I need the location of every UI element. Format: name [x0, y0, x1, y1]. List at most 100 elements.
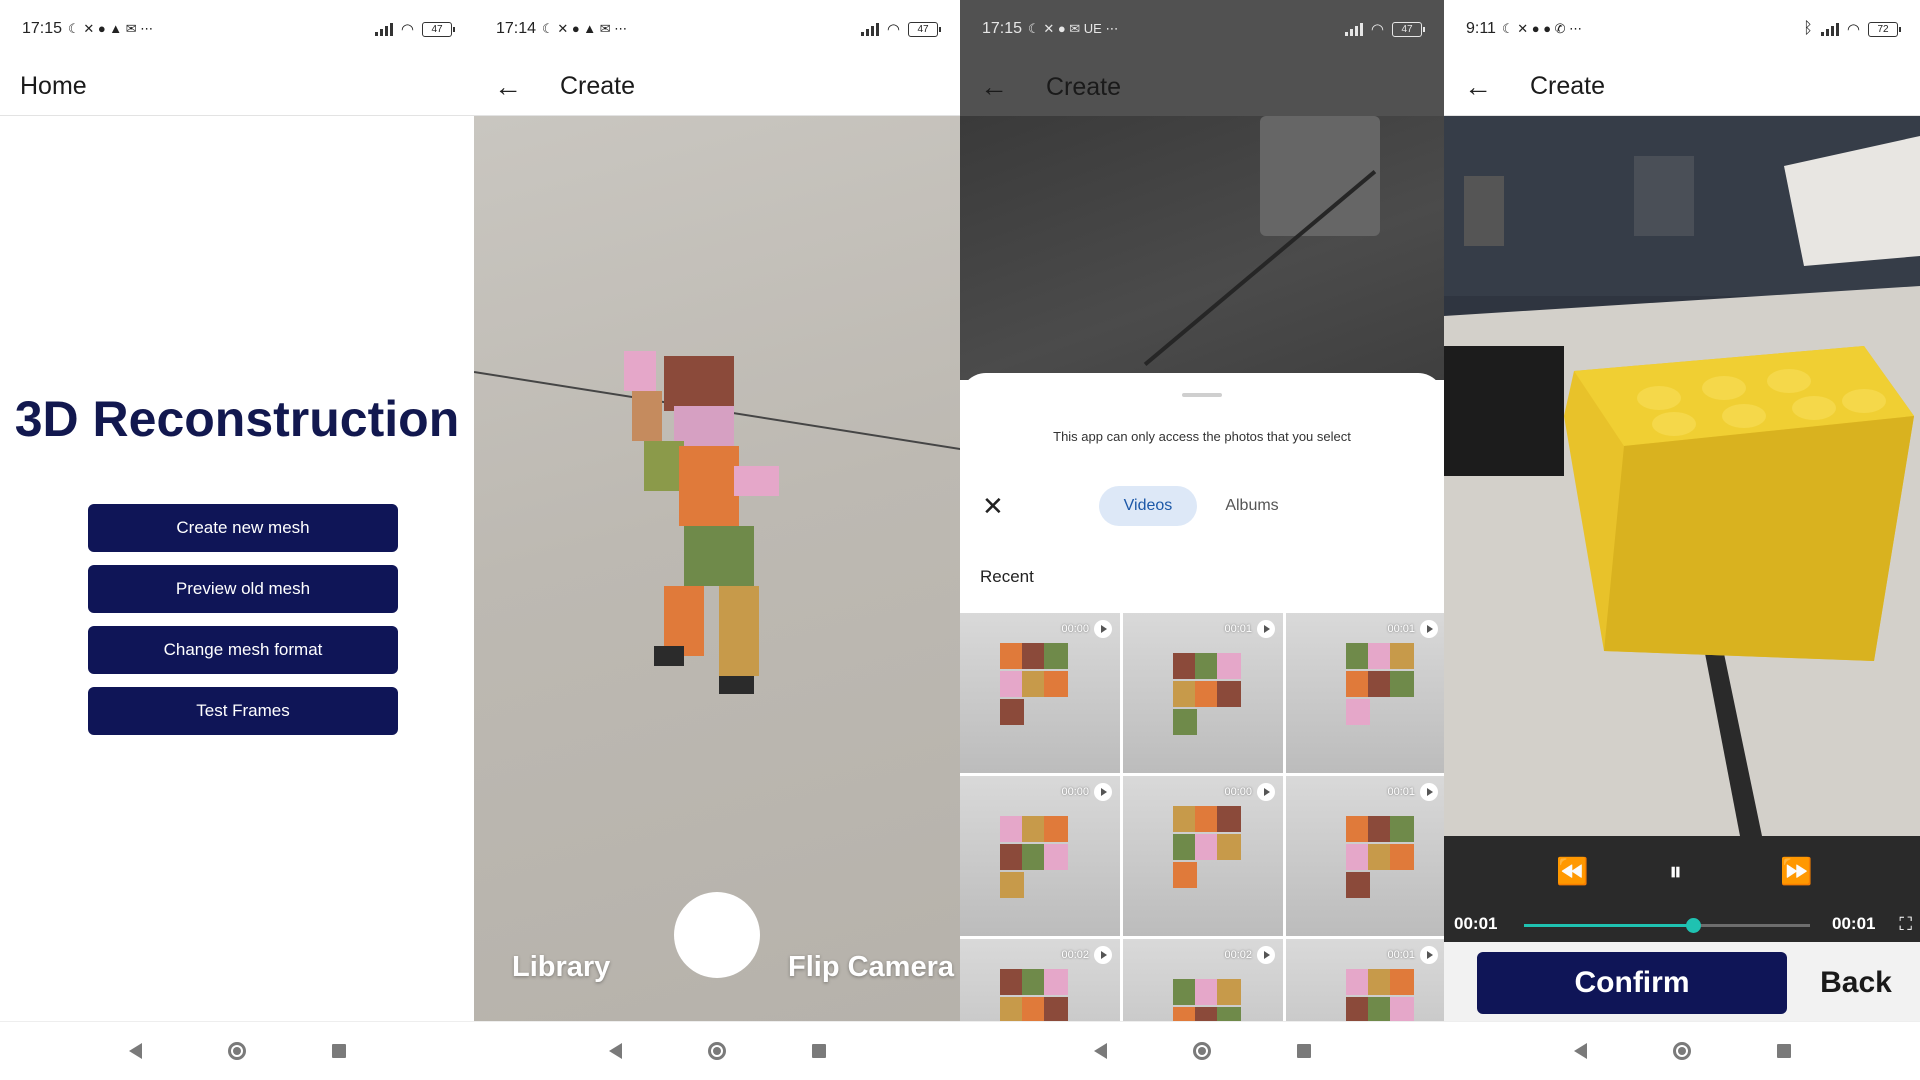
status-time: 17:15	[22, 20, 63, 37]
wifi-icon: ◠	[1370, 21, 1384, 38]
recent-section-label: Recent	[980, 567, 1034, 586]
status-time: 17:15	[982, 20, 1023, 37]
confirm-button[interactable]: Confirm	[1477, 952, 1787, 1014]
arrow-left-icon[interactable]: ←	[1464, 71, 1492, 103]
camera-preview	[474, 116, 960, 1022]
arrow-left-icon[interactable]: ←	[494, 71, 522, 103]
fast-forward-icon[interactable]: ⏩	[1780, 856, 1812, 887]
system-nav-bar	[960, 1021, 1444, 1080]
video-thumbnail[interactable]: 00:00	[960, 613, 1120, 773]
system-nav-bar	[0, 1021, 474, 1080]
nav-home-icon[interactable]	[707, 1042, 726, 1060]
action-footer: Confirm Back	[1444, 942, 1920, 1022]
lego-figure-image	[624, 351, 779, 694]
app-bar: Home	[0, 58, 474, 116]
nav-home-icon[interactable]	[1672, 1042, 1691, 1060]
duration-text: 00:01	[1387, 786, 1415, 798]
video-duration: 00:02	[1061, 946, 1112, 964]
video-thumbnail[interactable]: 00:02	[1123, 939, 1283, 1022]
app-bar: ← Create	[1444, 58, 1920, 116]
flip-camera-button[interactable]: Flip Camera	[788, 951, 954, 984]
notification-icons: ☾ ✕ ● ● ✆ ⋯	[1501, 21, 1583, 36]
home-screen: 17:15 ☾ ✕ ● ▲ ✉ ⋯ ◠ 47 Home 3D Reconstru…	[0, 0, 474, 1080]
library-button[interactable]: Library	[512, 951, 610, 984]
nav-back-icon[interactable]	[1093, 1043, 1107, 1059]
rewind-icon[interactable]: ⏪	[1556, 856, 1588, 887]
tab-videos[interactable]: Videos	[1099, 486, 1197, 526]
pause-icon[interactable]: ⏸	[1669, 856, 1682, 888]
play-icon	[1257, 620, 1275, 638]
wifi-icon: ◠	[1846, 21, 1860, 38]
camera-screen: 17:14 ☾ ✕ ● ▲ ✉ ⋯ ◠ 47 ← Create Library	[474, 0, 960, 1080]
nav-home-icon[interactable]	[227, 1042, 246, 1060]
notification-icons: ☾ ✕ ● ▲ ✉ ⋯	[542, 21, 628, 36]
video-duration: 00:00	[1061, 783, 1112, 801]
battery-icon: 47	[908, 21, 941, 37]
system-nav-bar	[474, 1021, 960, 1080]
dimmed-camera-preview	[960, 116, 1444, 380]
nav-back-icon[interactable]	[128, 1043, 142, 1059]
video-thumbnail[interactable]: 00:01	[1286, 939, 1444, 1022]
battery-icon: 47	[1392, 21, 1425, 37]
tab-albums[interactable]: Albums	[1212, 486, 1292, 526]
video-grid: 00:00 00:01 00:01 00:00 00:00 00:01 00:02 00:02…	[960, 613, 1444, 1022]
status-bar: 17:15 ☾ ✕ ● ▲ ✉ ⋯ ◠ 47	[0, 0, 474, 58]
nav-recents-icon[interactable]	[331, 1044, 346, 1058]
video-thumbnail[interactable]: 00:02	[960, 939, 1120, 1022]
back-button[interactable]: Back	[1796, 952, 1916, 1014]
video-thumbnail[interactable]: 00:01	[1286, 613, 1444, 773]
duration-text: 00:01	[1387, 623, 1415, 635]
video-thumbnail[interactable]: 00:00	[1123, 776, 1283, 936]
video-controls: ⏪ ⏸ ⏩ 00:01 00:01 ⛶	[1444, 836, 1920, 942]
notification-icons: ☾ ✕ ● ▲ ✉ ⋯	[68, 21, 154, 36]
nav-back-icon[interactable]	[608, 1043, 622, 1059]
duration-text: 00:02	[1061, 949, 1089, 961]
duration-text: 00:01	[1387, 949, 1415, 961]
create-new-mesh-button[interactable]: Create new mesh	[88, 504, 398, 552]
battery-icon: 72	[1868, 21, 1901, 37]
close-icon[interactable]: ✕	[982, 491, 1004, 522]
wifi-icon: ◠	[886, 21, 900, 38]
drag-handle[interactable]	[1182, 393, 1222, 397]
seek-thumb[interactable]	[1685, 918, 1701, 933]
video-thumbnail[interactable]: 00:01	[1123, 613, 1283, 773]
nav-back-icon[interactable]	[1573, 1043, 1587, 1059]
video-frame[interactable]	[1444, 116, 1920, 836]
change-mesh-format-button[interactable]: Change mesh format	[88, 626, 398, 674]
signal-icon	[1344, 22, 1363, 36]
office-scene-image	[1444, 116, 1920, 836]
page-title: Create	[1046, 72, 1122, 101]
duration-text: 00:00	[1224, 786, 1252, 798]
page-title: Create	[1530, 72, 1606, 100]
preview-old-mesh-button[interactable]: Preview old mesh	[88, 565, 398, 613]
bluetooth-icon: ᛒ	[1803, 20, 1813, 37]
video-thumbnail[interactable]: 00:00	[960, 776, 1120, 936]
video-duration: 00:01	[1387, 783, 1438, 801]
video-duration: 00:00	[1224, 783, 1275, 801]
total-time: 00:01	[1832, 914, 1876, 933]
access-notice: This app can only access the photos that…	[1053, 429, 1351, 444]
system-nav-bar	[1444, 1021, 1920, 1080]
seek-bar[interactable]	[1524, 918, 1810, 933]
page-title: Home	[20, 72, 87, 100]
video-duration: 00:01	[1387, 946, 1438, 964]
video-duration: 00:01	[1224, 620, 1275, 638]
nav-home-icon[interactable]	[1192, 1042, 1211, 1060]
status-bar: 9:11 ☾ ✕ ● ● ✆ ⋯ ᛒ ◠ 72	[1444, 0, 1920, 58]
arrow-left-icon[interactable]: ←	[980, 71, 1008, 103]
dimmed-background[interactable]: 17:15 ☾ ✕ ● ✉ UE ⋯ ◠ 47 ← Create	[960, 0, 1444, 380]
video-thumbnail[interactable]: 00:01	[1286, 776, 1444, 936]
play-icon	[1420, 946, 1438, 964]
play-icon	[1257, 946, 1275, 964]
video-duration: 00:02	[1224, 946, 1275, 964]
nav-recents-icon[interactable]	[1296, 1044, 1311, 1058]
video-picker-screen: 17:15 ☾ ✕ ● ✉ UE ⋯ ◠ 47 ← Create This ap…	[960, 0, 1444, 1080]
fullscreen-icon[interactable]: ⛶	[1899, 914, 1912, 935]
app-bar: ← Create	[960, 58, 1444, 116]
test-frames-button[interactable]: Test Frames	[88, 687, 398, 735]
current-time: 00:01	[1454, 914, 1498, 933]
status-time: 9:11	[1466, 20, 1496, 37]
shutter-button[interactable]	[674, 892, 760, 978]
nav-recents-icon[interactable]	[811, 1044, 826, 1058]
nav-recents-icon[interactable]	[1776, 1044, 1791, 1058]
